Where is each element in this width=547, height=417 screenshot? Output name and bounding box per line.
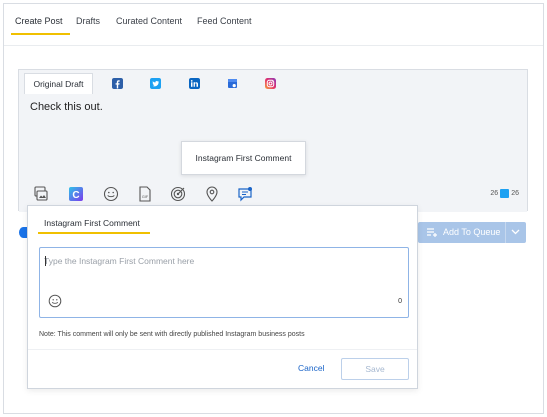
- add-to-queue-button[interactable]: Add To Queue: [418, 222, 526, 243]
- first-comment-input[interactable]: [44, 253, 374, 269]
- svg-text:C: C: [72, 190, 79, 201]
- linkedin-icon[interactable]: [189, 78, 200, 89]
- media-library-icon[interactable]: [32, 185, 50, 203]
- popup-title-underline: [38, 232, 150, 234]
- counter-right: 26: [511, 190, 519, 197]
- comment-char-count: 0: [398, 298, 402, 305]
- twitter-icon: [500, 189, 510, 198]
- tab-original-draft[interactable]: Original Draft: [24, 73, 93, 95]
- location-icon[interactable]: [203, 185, 221, 203]
- counter-left: 26: [490, 190, 499, 197]
- network-tabs: Original Draft: [19, 70, 527, 95]
- cancel-button[interactable]: Cancel: [298, 363, 324, 373]
- comment-box: 0: [39, 247, 409, 318]
- instagram-first-comment-popup: Instagram First Comment 0 Note: This com…: [27, 205, 418, 389]
- facebook-icon[interactable]: [112, 78, 123, 89]
- instagram-first-comment-icon[interactable]: [236, 185, 254, 203]
- add-to-queue-label: Add To Queue: [443, 227, 501, 237]
- save-button[interactable]: Save: [341, 358, 409, 380]
- popup-title: Instagram First Comment: [44, 218, 140, 228]
- tab-feed-content[interactable]: Feed Content: [197, 16, 252, 26]
- gif-icon[interactable]: GIF: [136, 185, 154, 203]
- popup-divider: [28, 349, 417, 350]
- post-composer: Original Draft Check this out. C GIF 26 …: [18, 69, 528, 212]
- tab-drafts[interactable]: Drafts: [76, 16, 100, 26]
- tabs-divider: [4, 45, 543, 46]
- active-tab-indicator: [11, 33, 70, 35]
- google-my-business-icon[interactable]: [227, 78, 238, 89]
- text-caret: [45, 256, 46, 266]
- emoji-icon[interactable]: [48, 294, 62, 308]
- chevron-down-icon[interactable]: [511, 229, 520, 235]
- comment-note: Note: This comment will only be sent wit…: [39, 331, 305, 338]
- tab-create-post[interactable]: Create Post: [15, 16, 63, 26]
- button-separator: [505, 222, 506, 243]
- post-text[interactable]: Check this out.: [30, 101, 103, 113]
- twitter-icon[interactable]: [150, 78, 161, 89]
- emoji-icon[interactable]: [102, 185, 120, 203]
- queue-icon: [427, 228, 437, 237]
- svg-text:GIF: GIF: [142, 195, 149, 199]
- tab-curated-content[interactable]: Curated Content: [116, 16, 182, 26]
- character-counter: 26 26: [490, 189, 519, 198]
- instagram-icon[interactable]: [265, 78, 276, 89]
- target-icon[interactable]: [169, 185, 187, 203]
- canva-icon[interactable]: C: [67, 185, 85, 203]
- tooltip: Instagram First Comment: [181, 141, 306, 175]
- content-tabs: Create Post Drafts Curated Content Feed …: [4, 4, 543, 46]
